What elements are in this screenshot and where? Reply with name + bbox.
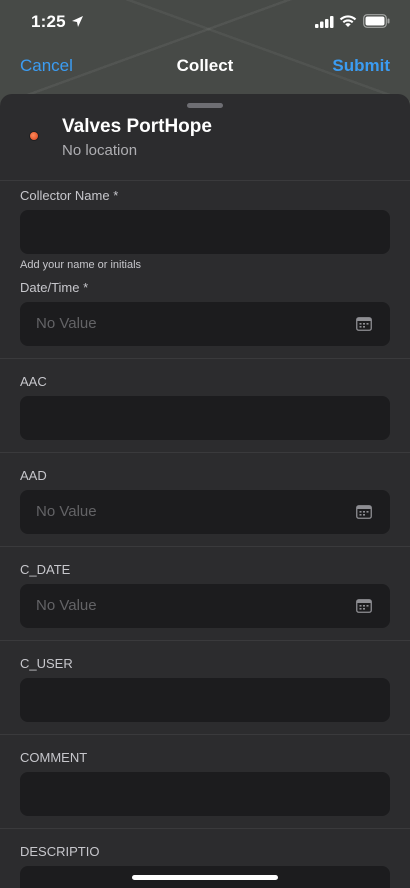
aad-date-input[interactable]: No Value bbox=[20, 490, 390, 534]
field-date-time: Date/Time * No Value bbox=[0, 280, 410, 346]
feature-title: Valves PortHope bbox=[62, 116, 212, 137]
c-user-input[interactable] bbox=[20, 678, 390, 722]
aac-input[interactable] bbox=[20, 396, 390, 440]
field-placeholder: No Value bbox=[36, 597, 97, 614]
c-date-input[interactable]: No Value bbox=[20, 584, 390, 628]
field-c-user: C_USER bbox=[0, 656, 410, 722]
field-divider bbox=[0, 828, 410, 829]
navigation-bar: Cancel Collect Submit bbox=[0, 50, 410, 82]
field-label: C_USER bbox=[20, 656, 73, 671]
field-divider bbox=[0, 452, 410, 453]
field-label: AAC bbox=[20, 374, 47, 389]
field-c-date: C_DATE No Value bbox=[0, 562, 410, 628]
wifi-icon bbox=[339, 15, 357, 27]
field-label: Collector Name * bbox=[20, 188, 119, 203]
field-divider bbox=[0, 734, 410, 735]
field-aad: AAD No Value bbox=[0, 468, 410, 534]
field-divider bbox=[0, 546, 410, 547]
sheet-grabber-handle[interactable] bbox=[187, 103, 223, 108]
field-comment: COMMENT bbox=[0, 750, 410, 816]
field-label: C_DATE bbox=[20, 562, 71, 577]
cellular-signal-icon bbox=[315, 16, 334, 28]
field-label: DESCRIPTIO bbox=[20, 844, 100, 859]
home-indicator[interactable] bbox=[132, 875, 278, 880]
submit-button[interactable]: Submit bbox=[332, 56, 390, 76]
calendar-icon bbox=[356, 317, 372, 331]
field-collector-name: Collector Name * Add your name or initia… bbox=[0, 188, 410, 273]
status-bar: 1:25 bbox=[0, 0, 410, 44]
field-divider bbox=[0, 640, 410, 641]
calendar-icon bbox=[356, 599, 372, 613]
layer-symbol-icon bbox=[30, 132, 38, 140]
header-divider bbox=[0, 180, 410, 181]
comment-input[interactable] bbox=[20, 772, 390, 816]
field-label: AAD bbox=[20, 468, 47, 483]
feature-location-status: No location bbox=[62, 142, 138, 159]
field-placeholder: No Value bbox=[36, 503, 97, 520]
field-aac: AAC bbox=[0, 374, 410, 440]
field-placeholder: No Value bbox=[36, 315, 97, 332]
battery-icon bbox=[363, 14, 390, 28]
field-descriptio: DESCRIPTIO bbox=[0, 844, 410, 888]
field-label: Date/Time * bbox=[20, 280, 89, 295]
field-label: COMMENT bbox=[20, 750, 88, 765]
form-sheet: Valves PortHope No location Collector Na… bbox=[0, 94, 410, 888]
collect-screen: 1:25 Cancel Collect Submit Valves PortHo… bbox=[0, 0, 410, 888]
collector-name-input[interactable] bbox=[20, 210, 390, 254]
field-divider bbox=[0, 358, 410, 359]
location-arrow-icon bbox=[72, 16, 83, 27]
date-time-input[interactable]: No Value bbox=[20, 302, 390, 346]
attribute-form: Collector Name * Add your name or initia… bbox=[0, 188, 410, 888]
feature-header: Valves PortHope No location bbox=[0, 114, 410, 174]
field-hint: Add your name or initials bbox=[20, 259, 142, 271]
calendar-icon bbox=[356, 505, 372, 519]
status-time: 1:25 bbox=[31, 12, 66, 31]
